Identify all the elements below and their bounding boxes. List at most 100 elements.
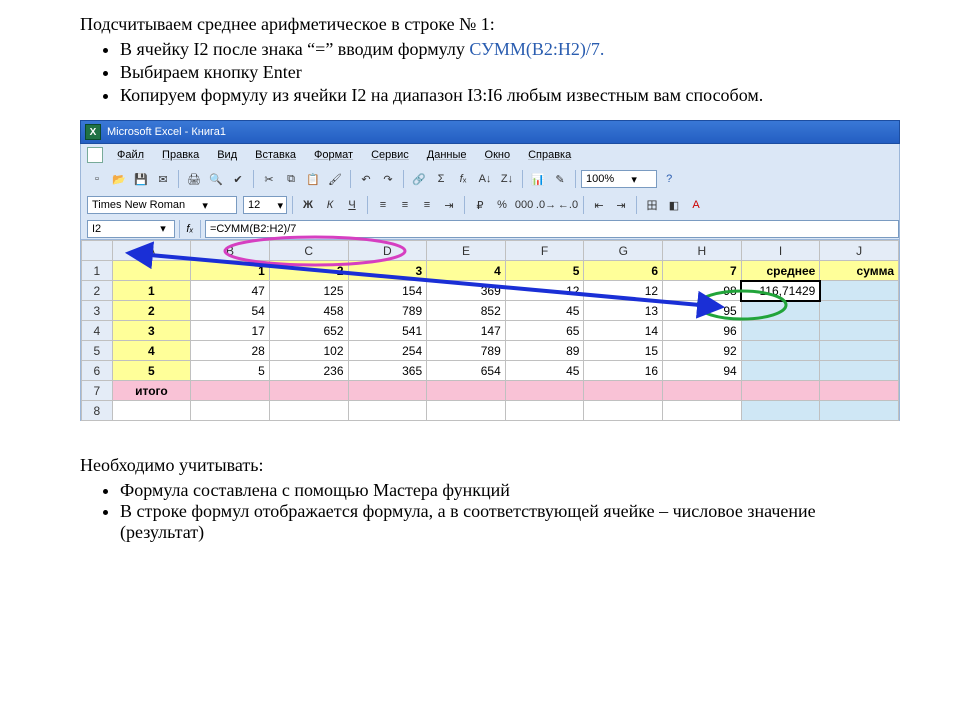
decrease-indent-icon[interactable]: ⇤ — [589, 195, 609, 215]
increase-indent-icon[interactable]: ⇥ — [611, 195, 631, 215]
borders-icon[interactable]: 田 — [642, 195, 662, 215]
drawing-icon[interactable]: ✎ — [550, 169, 570, 189]
align-left-icon[interactable]: ≡ — [373, 195, 393, 215]
menu-file[interactable]: Файл — [109, 147, 152, 163]
cell[interactable]: 7 — [663, 261, 742, 281]
cell[interactable] — [741, 401, 820, 421]
cell[interactable]: 3 — [112, 321, 191, 341]
cell[interactable] — [741, 381, 820, 401]
cell[interactable]: 147 — [427, 321, 506, 341]
cell[interactable]: 4 — [427, 261, 506, 281]
undo-icon[interactable]: ↶ — [356, 169, 376, 189]
cell[interactable] — [741, 361, 820, 381]
cell[interactable]: 541 — [348, 321, 427, 341]
row-header[interactable]: 2 — [82, 281, 113, 301]
preview-icon[interactable]: 🔍 — [206, 169, 226, 189]
cell[interactable]: 1 — [191, 261, 270, 281]
chart-icon[interactable]: 📊 — [528, 169, 548, 189]
redo-icon[interactable]: ↷ — [378, 169, 398, 189]
col-header[interactable]: E — [427, 241, 506, 261]
new-icon[interactable]: ▫ — [87, 169, 107, 189]
cell[interactable]: 365 — [348, 361, 427, 381]
cell[interactable]: 789 — [348, 301, 427, 321]
italic-icon[interactable]: К — [320, 195, 340, 215]
cell[interactable] — [191, 381, 270, 401]
worksheet[interactable]: A B C D E F G H I J 1 1 2 3 4 5 6 7 — [80, 240, 900, 421]
cell[interactable] — [269, 401, 348, 421]
cell[interactable]: 28 — [191, 341, 270, 361]
cell[interactable]: 12 — [584, 281, 663, 301]
cell[interactable] — [505, 401, 584, 421]
cell[interactable]: 65 — [505, 321, 584, 341]
sort-asc-icon[interactable]: A↓ — [475, 169, 495, 189]
autosum-icon[interactable]: Σ — [431, 169, 451, 189]
cell[interactable]: 5 — [505, 261, 584, 281]
cell[interactable]: 16 — [584, 361, 663, 381]
fx-button[interactable]: fₓ — [179, 220, 201, 238]
col-header[interactable]: H — [663, 241, 742, 261]
cell[interactable]: 14 — [584, 321, 663, 341]
currency-icon[interactable]: ₽ — [470, 195, 490, 215]
font-size-combo[interactable]: 12 ▾ — [243, 196, 287, 214]
cell[interactable]: 254 — [348, 341, 427, 361]
format-painter-icon[interactable]: 🖌 — [325, 169, 345, 189]
cell[interactable]: 95 — [663, 301, 742, 321]
cell[interactable] — [741, 341, 820, 361]
cell[interactable]: сумма — [820, 261, 899, 281]
row-header[interactable]: 3 — [82, 301, 113, 321]
cell[interactable]: 125 — [269, 281, 348, 301]
menu-format[interactable]: Формат — [306, 147, 361, 163]
open-icon[interactable]: 📂 — [109, 169, 129, 189]
cell[interactable] — [663, 401, 742, 421]
cell[interactable]: 102 — [269, 341, 348, 361]
save-icon[interactable]: 💾 — [131, 169, 151, 189]
cell[interactable] — [820, 361, 899, 381]
cell[interactable]: 789 — [427, 341, 506, 361]
permission-icon[interactable]: ✉ — [153, 169, 173, 189]
cell[interactable] — [191, 401, 270, 421]
merge-center-icon[interactable]: ⇥ — [439, 195, 459, 215]
cell[interactable]: 5 — [191, 361, 270, 381]
cell[interactable]: 13 — [584, 301, 663, 321]
cell[interactable] — [741, 321, 820, 341]
cell[interactable] — [427, 401, 506, 421]
cell[interactable] — [269, 381, 348, 401]
percent-icon[interactable]: % — [492, 195, 512, 215]
cell[interactable]: 15 — [584, 341, 663, 361]
help-icon[interactable]: ? — [659, 169, 679, 189]
cell[interactable]: 96 — [663, 321, 742, 341]
menu-insert[interactable]: Вставка — [247, 147, 304, 163]
cell[interactable]: 45 — [505, 361, 584, 381]
cell[interactable]: итого — [112, 381, 191, 401]
cell[interactable]: 54 — [191, 301, 270, 321]
col-header[interactable]: C — [269, 241, 348, 261]
cell[interactable]: 45 — [505, 301, 584, 321]
cell[interactable] — [584, 381, 663, 401]
col-header[interactable]: A — [112, 241, 191, 261]
font-name-combo[interactable]: Times New Roman ▾ — [87, 196, 237, 214]
cell[interactable]: 654 — [427, 361, 506, 381]
cell[interactable] — [112, 261, 191, 281]
cell[interactable]: 369 — [427, 281, 506, 301]
cell[interactable]: среднее — [741, 261, 820, 281]
spelling-icon[interactable]: ✔ — [228, 169, 248, 189]
cell[interactable]: 92 — [663, 341, 742, 361]
col-header[interactable]: D — [348, 241, 427, 261]
cell[interactable] — [427, 381, 506, 401]
cell[interactable]: 2 — [269, 261, 348, 281]
cell[interactable]: 3 — [348, 261, 427, 281]
formula-input[interactable]: =СУММ(B2:H2)/7 — [205, 220, 899, 238]
cell[interactable] — [348, 401, 427, 421]
col-header[interactable]: G — [584, 241, 663, 261]
col-header[interactable]: J — [820, 241, 899, 261]
decrease-decimal-icon[interactable]: ←.0 — [558, 195, 578, 215]
cell[interactable]: 47 — [191, 281, 270, 301]
sort-desc-icon[interactable]: Z↓ — [497, 169, 517, 189]
menu-help[interactable]: Справка — [520, 147, 579, 163]
cell[interactable]: 12 — [505, 281, 584, 301]
cell[interactable]: 98 — [663, 281, 742, 301]
menu-edit[interactable]: Правка — [154, 147, 207, 163]
copy-icon[interactable]: ⧉ — [281, 169, 301, 189]
cell[interactable] — [348, 381, 427, 401]
cell[interactable] — [820, 381, 899, 401]
